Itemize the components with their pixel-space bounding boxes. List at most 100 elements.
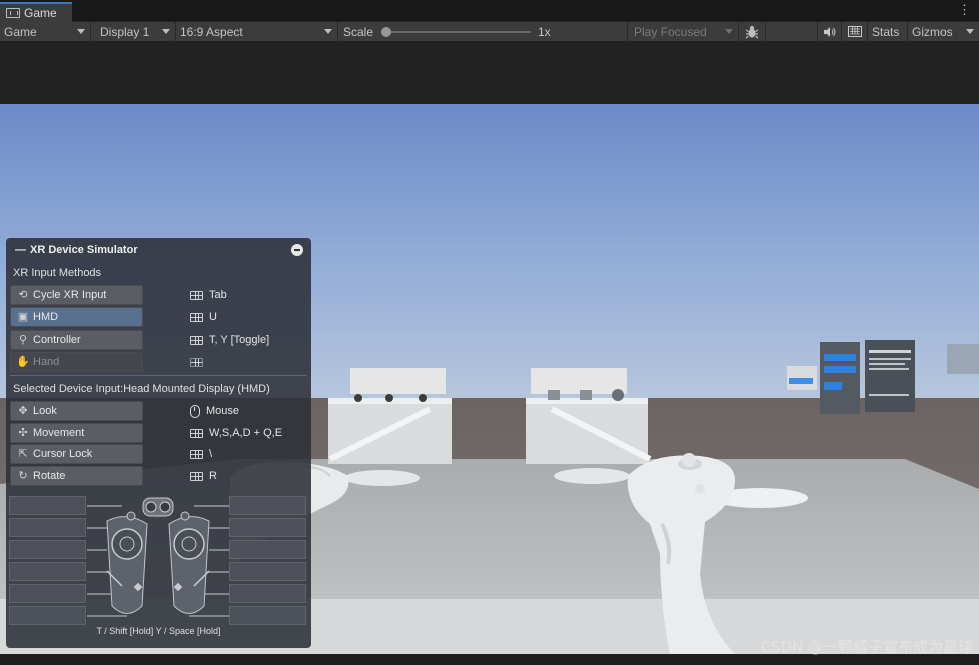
- game-toolbar: Game Display 1 16:9 Aspect Scale 1x Play…: [0, 21, 979, 42]
- right-binding-slot: [229, 584, 306, 603]
- stats-label: Stats: [872, 24, 900, 39]
- cursor-lock-shortcut: \: [209, 448, 213, 460]
- left-binding-slot: [9, 584, 86, 603]
- tab-game[interactable]: Game: [0, 2, 72, 22]
- hand-icon: ✋: [16, 356, 30, 368]
- bug-button[interactable]: [739, 21, 766, 42]
- look-button[interactable]: ✥ Look: [10, 401, 143, 421]
- tab-strip: Game ⋮: [0, 0, 979, 22]
- hmd-label: HMD: [33, 311, 59, 323]
- left-binding-slot: [9, 496, 86, 515]
- chevron-down-icon: [966, 28, 974, 34]
- scale-value: 1x: [538, 24, 551, 39]
- stats-button[interactable]: Stats: [868, 21, 908, 42]
- controller-button[interactable]: ⚲ Controller: [10, 330, 143, 350]
- right-binding-slot: [229, 562, 306, 581]
- cursor-lock-label: Cursor Lock: [33, 448, 93, 460]
- look-key: Mouse: [190, 401, 239, 421]
- hand-button[interactable]: ✋ Hand: [10, 352, 143, 372]
- cursor-icon: ⇱: [18, 448, 28, 460]
- game-view-icon: [6, 8, 20, 18]
- display-dropdown-label: Display 1: [100, 24, 150, 39]
- hmd-icon: ▣: [17, 311, 29, 323]
- bug-icon: [745, 25, 759, 38]
- input-methods-heading: XR Input Methods: [13, 267, 102, 279]
- look-label: Look: [33, 405, 57, 417]
- keyboard-icon: [190, 449, 203, 459]
- rotate-shortcut: R: [209, 470, 217, 482]
- kebab-icon[interactable]: ⋮: [958, 3, 971, 17]
- movement-label: Movement: [33, 427, 85, 439]
- watermark-text: CSDN @一颗橘子宣布成为星球: [760, 638, 973, 656]
- controller-icon: ⚲: [18, 334, 28, 346]
- gizmos-dropdown[interactable]: Gizmos: [908, 22, 979, 42]
- game-view-letterbox: [0, 42, 979, 104]
- mute-audio-button[interactable]: [818, 21, 842, 42]
- right-binding-slot: [229, 496, 306, 515]
- controller-shortcut: T, Y [Toggle]: [209, 334, 270, 346]
- minimize-button[interactable]: [291, 244, 303, 256]
- controller-mapping-diagram: [9, 496, 307, 646]
- play-mode-dropdown[interactable]: Play Focused: [628, 21, 739, 42]
- right-binding-slot: [229, 540, 306, 559]
- scale-slider-track[interactable]: [386, 30, 531, 33]
- hmd-key: U: [190, 307, 217, 327]
- cursor-lock-button[interactable]: ⇱ Cursor Lock: [10, 444, 143, 464]
- simulator-title: XR Device Simulator: [30, 244, 138, 256]
- look-shortcut: Mouse: [206, 405, 240, 417]
- keyboard-icon: [190, 335, 203, 345]
- aspect-dropdown-label: 16:9 Aspect: [180, 24, 243, 39]
- hmd-shortcut: U: [209, 311, 217, 323]
- display-dropdown[interactable]: Display 1: [91, 21, 176, 42]
- aspect-dropdown[interactable]: 16:9 Aspect: [176, 21, 338, 42]
- simulator-header[interactable]: — XR Device Simulator: [6, 238, 311, 262]
- scale-label: Scale: [343, 24, 374, 39]
- cycle-xr-input-shortcut: Tab: [209, 289, 227, 301]
- rotate-label: Rotate: [33, 470, 66, 482]
- cycle-xr-input-key: Tab: [190, 285, 227, 305]
- right-binding-slot: [229, 518, 306, 537]
- cycle-icon: ⟲: [18, 289, 28, 301]
- controller-label: Controller: [33, 334, 81, 346]
- movement-shortcut: W,S,A,D + Q,E: [209, 427, 283, 439]
- left-binding-slot: [9, 606, 86, 625]
- rotate-icon: ↻: [18, 470, 28, 482]
- shortcuts-button[interactable]: [842, 21, 868, 42]
- hand-label: Hand: [33, 356, 60, 368]
- cycle-xr-input-button[interactable]: ⟲ Cycle XR Input: [10, 285, 143, 305]
- toolbar-spacer: [766, 21, 818, 42]
- look-icon: ✥: [18, 405, 28, 417]
- movement-key: W,S,A,D + Q,E: [190, 423, 282, 443]
- xr-device-simulator-panel: — XR Device Simulator XR Input Methods ⟲…: [6, 238, 311, 648]
- keyboard-icon: [190, 312, 203, 322]
- mouse-icon: [190, 404, 200, 418]
- mode-dropdown[interactable]: Game: [0, 21, 91, 42]
- right-binding-slot: [229, 606, 306, 625]
- keyboard-icon: [190, 290, 203, 300]
- selected-device-label: Selected Device Input:Head Mounted Displ…: [13, 383, 270, 395]
- scale-slider-knob[interactable]: [381, 26, 391, 37]
- keyboard-icon: [847, 26, 862, 37]
- keyboard-icon: [190, 428, 203, 438]
- right-table-signboard: [531, 368, 627, 394]
- left-binding-slot: [9, 540, 86, 559]
- right-table: [526, 402, 648, 464]
- controller-caption: T / Shift [Hold] Y / Space [Hold]: [96, 626, 221, 636]
- chevron-down-icon: [77, 28, 85, 34]
- speaker-icon: [824, 26, 836, 37]
- controller-key: T, Y [Toggle]: [190, 330, 269, 350]
- hand-key: [190, 352, 209, 372]
- hmd-button[interactable]: ▣ HMD: [10, 307, 143, 327]
- keyboard-icon: [190, 357, 203, 367]
- cursor-lock-key: \: [190, 444, 212, 464]
- chevron-down-icon: [725, 28, 733, 34]
- chevron-down-icon: [324, 28, 332, 34]
- movement-button[interactable]: ✣ Movement: [10, 423, 143, 443]
- rotate-key: R: [190, 466, 217, 486]
- rotate-button[interactable]: ↻ Rotate: [10, 466, 143, 486]
- ui-panel-menu: [820, 342, 860, 414]
- tab-game-label: Game: [24, 6, 57, 20]
- left-binding-slot: [9, 562, 86, 581]
- controllers-outline-icon: [87, 497, 229, 617]
- left-table-signboard: [350, 368, 446, 394]
